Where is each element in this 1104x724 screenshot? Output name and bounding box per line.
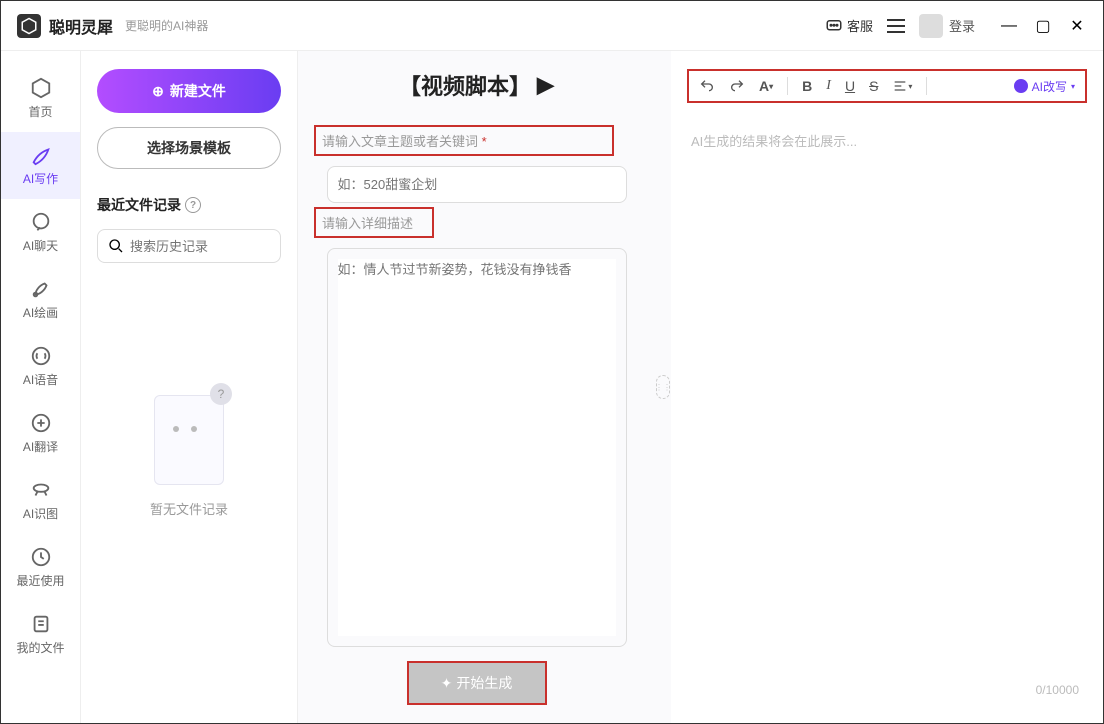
redo-button[interactable] [729,78,745,94]
undo-button[interactable] [699,78,715,94]
main-layout: 首页 AI写作 AI聊天 AI绘画 AI语音 AI翻译 AI识图 最近使用 [1,51,1103,723]
minimize-button[interactable]: — [999,16,1019,36]
app-name: 聪明灵犀 [49,14,113,38]
sidebar: 首页 AI写作 AI聊天 AI绘画 AI语音 AI翻译 AI识图 最近使用 [1,51,81,723]
recent-files-header: 最近文件记录 ? [97,195,281,215]
nav-label: AI语音 [23,371,58,388]
search-input[interactable] [130,239,270,254]
titlebar-right: 客服 登录 — ▢ ✕ [825,14,1087,38]
sidebar-item-translate[interactable]: AI翻译 [1,400,80,467]
nav-label: 首页 [28,103,52,120]
panel-drag-handle[interactable]: ⋮⋮ [655,51,671,723]
maximize-button[interactable]: ▢ [1033,16,1053,36]
home-icon [30,77,52,99]
titlebar: 聪明灵犀 更聪明的AI神器 客服 登录 — ▢ ✕ [1,1,1103,51]
logo-wrap: 聪明灵犀 更聪明的AI神器 [17,14,208,38]
align-button[interactable]: ▾ [892,78,912,94]
nav-label: AI识图 [23,505,58,522]
char-count: 0/10000 [1036,683,1079,697]
search-box[interactable] [97,229,281,263]
nav-label: AI聊天 [23,237,58,254]
generate-button[interactable]: ✦ 开始生成 [407,661,547,705]
empty-illustration: ? [144,377,234,487]
paint-icon [30,278,52,300]
empty-state: ? 暂无文件记录 [97,377,281,518]
search-icon [108,238,124,254]
sidebar-item-write[interactable]: AI写作 [1,132,80,199]
chevron-down-icon: ▾ [1071,82,1075,91]
strikethrough-button[interactable]: S [869,78,878,94]
italic-button[interactable]: I [826,78,831,94]
sidebar-item-files[interactable]: 我的文件 [1,601,80,668]
bold-button[interactable]: B [802,78,812,94]
help-icon[interactable]: ? [185,197,201,213]
field-label-detail: 请输入详细描述 [314,207,434,238]
detail-textarea-wrap [327,248,627,647]
chat-icon [30,211,52,233]
sparkle-icon: ✦ [441,675,453,692]
underline-button[interactable]: U [845,78,855,94]
result-placeholder: AI生成的结果将会在此展示... [691,134,857,149]
audio-icon [30,345,52,367]
empty-text: 暂无文件记录 [150,499,228,518]
files-icon [30,613,52,635]
play-icon: ▶ [537,72,554,98]
new-file-label: 新建文件 [170,81,226,101]
vision-icon [30,479,52,501]
translate-icon [30,412,52,434]
menu-icon[interactable] [887,19,905,33]
close-button[interactable]: ✕ [1067,16,1087,36]
sidebar-item-vision[interactable]: AI识图 [1,467,80,534]
plus-icon: ⊕ [152,83,164,100]
login-button[interactable]: 登录 [919,14,975,38]
nav-label: 最近使用 [16,572,64,589]
sidebar-item-recent[interactable]: 最近使用 [1,534,80,601]
service-label: 客服 [847,16,873,35]
generate-label: 开始生成 [456,673,512,693]
new-file-button[interactable]: ⊕ 新建文件 [97,69,281,113]
result-area[interactable]: AI生成的结果将会在此展示... 0/10000 [687,123,1087,705]
ai-icon [1014,79,1028,93]
write-icon [30,144,52,166]
template-button[interactable]: 选择场景模板 [97,127,281,169]
avatar-icon [919,14,943,38]
editor-toolbar: A▾ B I U S ▾ AI改写 ▾ [687,69,1087,103]
sidebar-item-paint[interactable]: AI绘画 [1,266,80,333]
detail-textarea[interactable] [338,259,616,636]
toolbar-separator [926,77,927,95]
nav-label: AI写作 [23,170,58,187]
nav-label: 我的文件 [16,639,64,656]
recent-label: 最近文件记录 [97,195,181,215]
required-indicator: * [482,134,487,149]
title-text: 【视频脚本】 [399,69,531,101]
app-logo-icon [17,14,41,38]
right-panel: A▾ B I U S ▾ AI改写 ▾ AI生成的结果将会在此展示... 0/1… [671,51,1103,723]
recent-icon [30,546,52,568]
topic-input[interactable] [327,166,627,203]
ai-rewrite-label: AI改写 [1032,78,1067,95]
app-tagline: 更聪明的AI神器 [125,17,208,34]
ai-rewrite-button[interactable]: AI改写 ▾ [1014,78,1075,95]
section-title: 【视频脚本】 ▶ [399,69,554,101]
field-label-topic: 请输入文章主题或者关键词 * [314,125,614,156]
nav-label: AI绘画 [23,304,58,321]
sidebar-item-audio[interactable]: AI语音 [1,333,80,400]
sidebar-item-chat[interactable]: AI聊天 [1,199,80,266]
toolbar-separator [787,77,788,95]
sidebar-item-home[interactable]: 首页 [1,65,80,132]
middle-panel: 【视频脚本】 ▶ 请输入文章主题或者关键词 * 请输入详细描述 ✦ 开始生成 [297,51,655,723]
nav-label: AI翻译 [23,438,58,455]
left-panel: ⊕ 新建文件 选择场景模板 最近文件记录 ? ? 暂无文件记录 [81,51,297,723]
font-color-button[interactable]: A▾ [759,78,773,94]
window-controls: — ▢ ✕ [999,16,1087,36]
login-label: 登录 [949,16,975,35]
customer-service-button[interactable]: 客服 [825,16,873,35]
